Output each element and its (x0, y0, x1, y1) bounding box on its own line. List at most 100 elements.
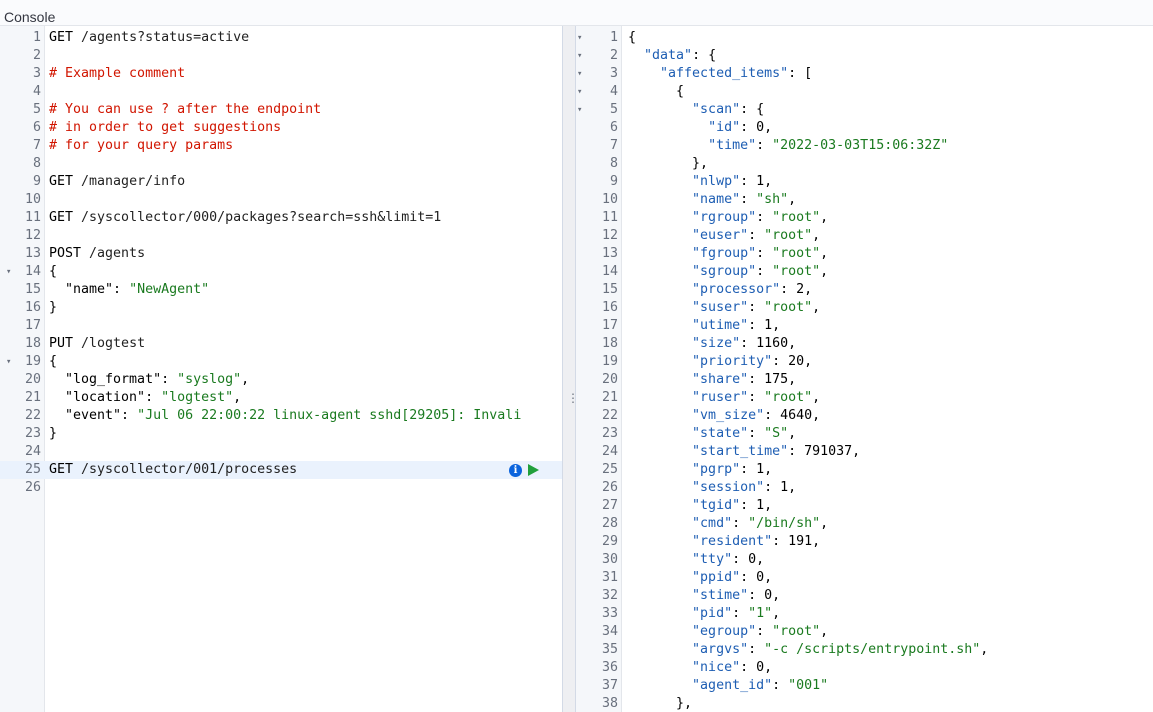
response-line[interactable]: 16 "suser": "root", (576, 299, 1153, 317)
editor-line[interactable]: 11 GET /syscollector/000/packages?search=… (0, 209, 562, 227)
line-number: 23 (24, 426, 41, 441)
request-lines[interactable]: 1 GET /agents?status=active 2 3 # Example co… (0, 29, 562, 497)
response-line[interactable]: 5 ▾ "scan": { (576, 101, 1153, 119)
response-line[interactable]: 12 "euser": "root", (576, 227, 1153, 245)
editor-line[interactable]: 24 (0, 443, 562, 461)
response-line[interactable]: 3 ▾ "affected_items": [ (576, 65, 1153, 83)
code-text: "vm_size": 4640, (628, 407, 820, 425)
response-line[interactable]: 10 "name": "sh", (576, 191, 1153, 209)
line-number: 6 (609, 120, 618, 135)
pane-resize-handle[interactable]: ⋮ (562, 26, 579, 712)
response-lines[interactable]: 1 ▾{2 ▾ "data": {3 ▾ "affected_items": [4 ▾ … (576, 29, 1153, 712)
editor-line[interactable]: 21 "location": "logtest", (0, 389, 562, 407)
response-line[interactable]: 21 "ruser": "root", (576, 389, 1153, 407)
editor-line[interactable]: 12 (0, 227, 562, 245)
editor-line[interactable]: 4 (0, 83, 562, 101)
editor-line[interactable]: 25 GET /syscollector/001/processes i (0, 461, 562, 479)
response-line[interactable]: 27 "tgid": 1, (576, 497, 1153, 515)
response-viewer[interactable]: 1 ▾{2 ▾ "data": {3 ▾ "affected_items": [4 ▾ … (576, 26, 1153, 712)
editor-line[interactable]: 15 "name": "NewAgent" (0, 281, 562, 299)
fold-arrow-icon[interactable]: ▾ (6, 353, 11, 371)
editor-line[interactable]: 16} (0, 299, 562, 317)
editor-line[interactable]: 1 GET /agents?status=active (0, 29, 562, 47)
fold-arrow-icon[interactable]: ▾ (577, 47, 582, 65)
code-token: "syslog" (177, 372, 242, 387)
response-line[interactable]: 6 "id": 0, (576, 119, 1153, 137)
editor-line[interactable]: 9 GET /manager/info (0, 173, 562, 191)
response-line[interactable]: 2 ▾ "data": { (576, 47, 1153, 65)
response-line[interactable]: 34 "egroup": "root", (576, 623, 1153, 641)
code-token: : (756, 624, 773, 639)
response-line[interactable]: 23 "state": "S", (576, 425, 1153, 443)
editor-line[interactable]: 13 POST /agents (0, 245, 562, 263)
info-icon[interactable]: i (509, 463, 522, 477)
editor-line[interactable]: 26 (0, 479, 562, 497)
editor-line[interactable]: 3 # Example comment (0, 65, 562, 83)
response-line[interactable]: 18 "size": 1160, (576, 335, 1153, 353)
response-line[interactable]: 20 "share": 175, (576, 371, 1153, 389)
response-line[interactable]: 29 "resident": 191, (576, 533, 1153, 551)
editor-line[interactable]: 6 # in order to get suggestions (0, 119, 562, 137)
response-line[interactable]: 32 "stime": 0, (576, 587, 1153, 605)
editor-line[interactable]: 8 (0, 155, 562, 173)
code-token: "Jul 06 22:00:22 linux-agent sshd[29205]… (137, 408, 522, 423)
request-editor[interactable]: 1 GET /agents?status=active 2 3 # Example co… (0, 26, 562, 712)
response-line[interactable]: 30 "tty": 0, (576, 551, 1153, 569)
response-line[interactable]: 8 }, (576, 155, 1153, 173)
code-text: }, (628, 695, 692, 712)
code-text: "tty": 0, (628, 551, 764, 569)
code-token: : (748, 642, 765, 657)
fold-arrow-icon[interactable]: ▾ (577, 83, 582, 101)
response-line[interactable]: 11 "rgroup": "root", (576, 209, 1153, 227)
line-number: 28 (601, 516, 618, 531)
fold-arrow-icon[interactable]: ▾ (577, 65, 582, 83)
editor-line[interactable]: 18 PUT /logtest (0, 335, 562, 353)
editor-line[interactable]: 19 ▾{ (0, 353, 562, 371)
fold-arrow-icon[interactable]: ▾ (577, 101, 582, 119)
code-text: "share": 175, (628, 371, 796, 389)
play-icon[interactable] (528, 464, 539, 476)
response-line[interactable]: 1 ▾{ (576, 29, 1153, 47)
code-token: "start_time" (692, 444, 789, 459)
response-line[interactable]: 14 "sgroup": "root", (576, 263, 1153, 281)
code-text: PUT /logtest (49, 335, 145, 353)
editor-line[interactable]: 2 (0, 47, 562, 65)
response-line[interactable]: 22 "vm_size": 4640, (576, 407, 1153, 425)
editor-line[interactable]: 7 # for your query params (0, 137, 562, 155)
editor-line[interactable]: 20 "log_format": "syslog", (0, 371, 562, 389)
response-line[interactable]: 7 "time": "2022-03-03T15:06:32Z" (576, 137, 1153, 155)
editor-line[interactable]: 14 ▾{ (0, 263, 562, 281)
code-text: "agent_id": "001" (628, 677, 828, 695)
response-line[interactable]: 19 "priority": 20, (576, 353, 1153, 371)
response-line[interactable]: 28 "cmd": "/bin/sh", (576, 515, 1153, 533)
response-line[interactable]: 9 "nlwp": 1, (576, 173, 1153, 191)
editor-line[interactable]: 5 # You can use ? after the endpoint (0, 101, 562, 119)
response-line[interactable]: 35 "argvs": "-c /scripts/entrypoint.sh", (576, 641, 1153, 659)
response-line[interactable]: 38 }, (576, 695, 1153, 712)
response-line[interactable]: 31 "ppid": 0, (576, 569, 1153, 587)
editor-line[interactable]: 23} (0, 425, 562, 443)
response-line[interactable]: 37 "agent_id": "001" (576, 677, 1153, 695)
fold-arrow-icon[interactable]: ▾ (6, 263, 11, 281)
response-line[interactable]: 13 "fgroup": "root", (576, 245, 1153, 263)
response-line[interactable]: 36 "nice": 0, (576, 659, 1153, 677)
line-number: 24 (24, 444, 41, 459)
response-line[interactable]: 17 "utime": 1, (576, 317, 1153, 335)
response-line[interactable]: 15 "processor": 2, (576, 281, 1153, 299)
code-token: /syscollector/001/processes (81, 462, 298, 477)
response-line[interactable]: 26 "session": 1, (576, 479, 1153, 497)
request-editor-surface[interactable]: 1 GET /agents?status=active 2 3 # Example co… (0, 26, 562, 712)
line-number: 12 (601, 228, 618, 243)
response-line[interactable]: 25 "pgrp": 1, (576, 461, 1153, 479)
response-viewer-surface[interactable]: 1 ▾{2 ▾ "data": {3 ▾ "affected_items": [4 ▾ … (576, 26, 1153, 712)
fold-arrow-icon[interactable]: ▾ (577, 29, 582, 47)
code-text: "id": 0, (628, 119, 772, 137)
editor-line[interactable]: 22 "event": "Jul 06 22:00:22 linux-agent… (0, 407, 562, 425)
response-line[interactable]: 24 "start_time": 791037, (576, 443, 1153, 461)
editor-line[interactable]: 10 (0, 191, 562, 209)
response-line[interactable]: 4 ▾ { (576, 83, 1153, 101)
response-line[interactable]: 33 "pid": "1", (576, 605, 1153, 623)
editor-line[interactable]: 17 (0, 317, 562, 335)
